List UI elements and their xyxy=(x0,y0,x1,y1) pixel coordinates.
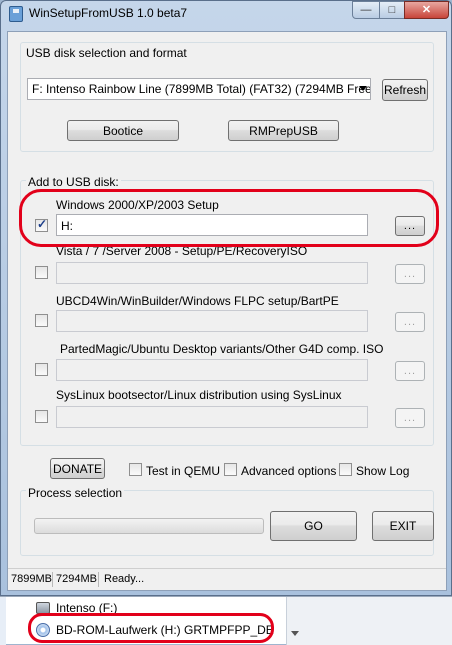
checkbox-syslinux[interactable] xyxy=(35,410,48,423)
maximize-button[interactable]: □ xyxy=(379,1,405,19)
browse-button-vista[interactable]: ... xyxy=(395,264,425,284)
title-bar[interactable]: WinSetupFromUSB 1.0 beta7 — □ ✕ xyxy=(1,1,451,27)
main-panel: USB disk selection and format F: Intenso… xyxy=(7,31,447,591)
test-qemu-checkbox[interactable] xyxy=(129,463,142,476)
option-label-partedmagic: PartedMagic/Ubuntu Desktop variants/Othe… xyxy=(60,342,384,356)
app-window: WinSetupFromUSB 1.0 beta7 — □ ✕ USB disk… xyxy=(0,0,452,596)
checkbox-vista[interactable] xyxy=(35,266,48,279)
show-log-checkbox[interactable] xyxy=(339,463,352,476)
disc-drive-icon xyxy=(36,623,50,637)
option-label-winxp: Windows 2000/XP/2003 Setup xyxy=(56,198,219,212)
usb-drive-icon xyxy=(36,602,50,614)
browse-button-ubcd4win[interactable]: ... xyxy=(395,312,425,332)
usb-disk-select[interactable]: F: Intenso Rainbow Line (7899MB Total) (… xyxy=(27,78,371,100)
add-to-usb-group-label: Add to USB disk: xyxy=(26,175,121,189)
usb-disk-select-value: F: Intenso Rainbow Line (7899MB Total) (… xyxy=(32,82,371,96)
option-label-syslinux: SysLinux bootsector/Linux distribution u… xyxy=(56,388,342,402)
rmprepusb-button[interactable]: RMPrepUSB xyxy=(228,120,339,141)
chevron-down-icon[interactable] xyxy=(291,631,299,636)
test-qemu-label: Test in QEMU xyxy=(146,464,221,478)
status-bar: 7899MB 7294MB Ready... xyxy=(8,568,446,590)
browse-button-syslinux[interactable]: ... xyxy=(395,408,425,428)
go-button[interactable]: GO xyxy=(270,511,357,541)
close-button[interactable]: ✕ xyxy=(404,1,449,19)
option-label-ubcd4win: UBCD4Win/WinBuilder/Windows FLPC setup/B… xyxy=(56,294,339,308)
process-group-label: Process selection xyxy=(26,486,125,500)
explorer-panel: Intenso (F:) BD-ROM-Laufwerk (H:) GRTMPF… xyxy=(0,596,452,645)
exit-button[interactable]: EXIT xyxy=(372,511,434,541)
advanced-options-label: Advanced options xyxy=(241,464,337,478)
browse-button-partedmagic[interactable]: ... xyxy=(395,361,425,381)
status-separator xyxy=(52,572,53,587)
path-field-ubcd4win[interactable] xyxy=(56,310,368,332)
browse-button-winxp[interactable]: ... xyxy=(395,216,425,236)
chevron-down-icon[interactable] xyxy=(359,86,367,91)
show-log-label: Show Log xyxy=(356,464,410,478)
refresh-button[interactable]: Refresh xyxy=(382,79,428,101)
checkbox-ubcd4win[interactable] xyxy=(35,314,48,327)
app-icon xyxy=(9,6,23,22)
drive-item-bdrom[interactable]: BD-ROM-Laufwerk (H:) GRTMPFPP_DE xyxy=(36,621,274,639)
status-text: Ready... xyxy=(104,573,145,585)
donate-button[interactable]: DONATE xyxy=(50,458,105,479)
explorer-scroll-area[interactable] xyxy=(286,597,452,645)
path-field-vista[interactable] xyxy=(56,262,368,284)
usb-disk-group-label: USB disk selection and format xyxy=(26,46,187,60)
explorer-sidebar-edge xyxy=(0,597,6,645)
drive-item-bdrom-label: BD-ROM-Laufwerk (H:) GRTMPFPP_DE xyxy=(56,623,274,637)
path-field-syslinux[interactable] xyxy=(56,406,368,428)
progress-bar xyxy=(34,518,264,534)
window-title: WinSetupFromUSB 1.0 beta7 xyxy=(29,6,188,20)
option-label-vista: Vista / 7 /Server 2008 - Setup/PE/Recove… xyxy=(56,244,308,258)
path-field-winxp[interactable]: H: xyxy=(56,214,368,236)
drive-item-intenso[interactable]: Intenso (F:) xyxy=(36,599,117,617)
advanced-options-checkbox[interactable] xyxy=(224,463,237,476)
status-separator xyxy=(98,572,99,587)
checkbox-winxp[interactable] xyxy=(35,217,48,232)
minimize-button[interactable]: — xyxy=(352,1,380,19)
checkbox-partedmagic[interactable] xyxy=(35,363,48,376)
path-field-partedmagic[interactable] xyxy=(56,359,368,381)
drive-item-intenso-label: Intenso (F:) xyxy=(56,601,118,615)
bootice-button[interactable]: Bootice xyxy=(67,120,179,141)
status-free-size: 7294MB xyxy=(56,573,97,585)
status-total-size: 7899MB xyxy=(11,573,52,585)
